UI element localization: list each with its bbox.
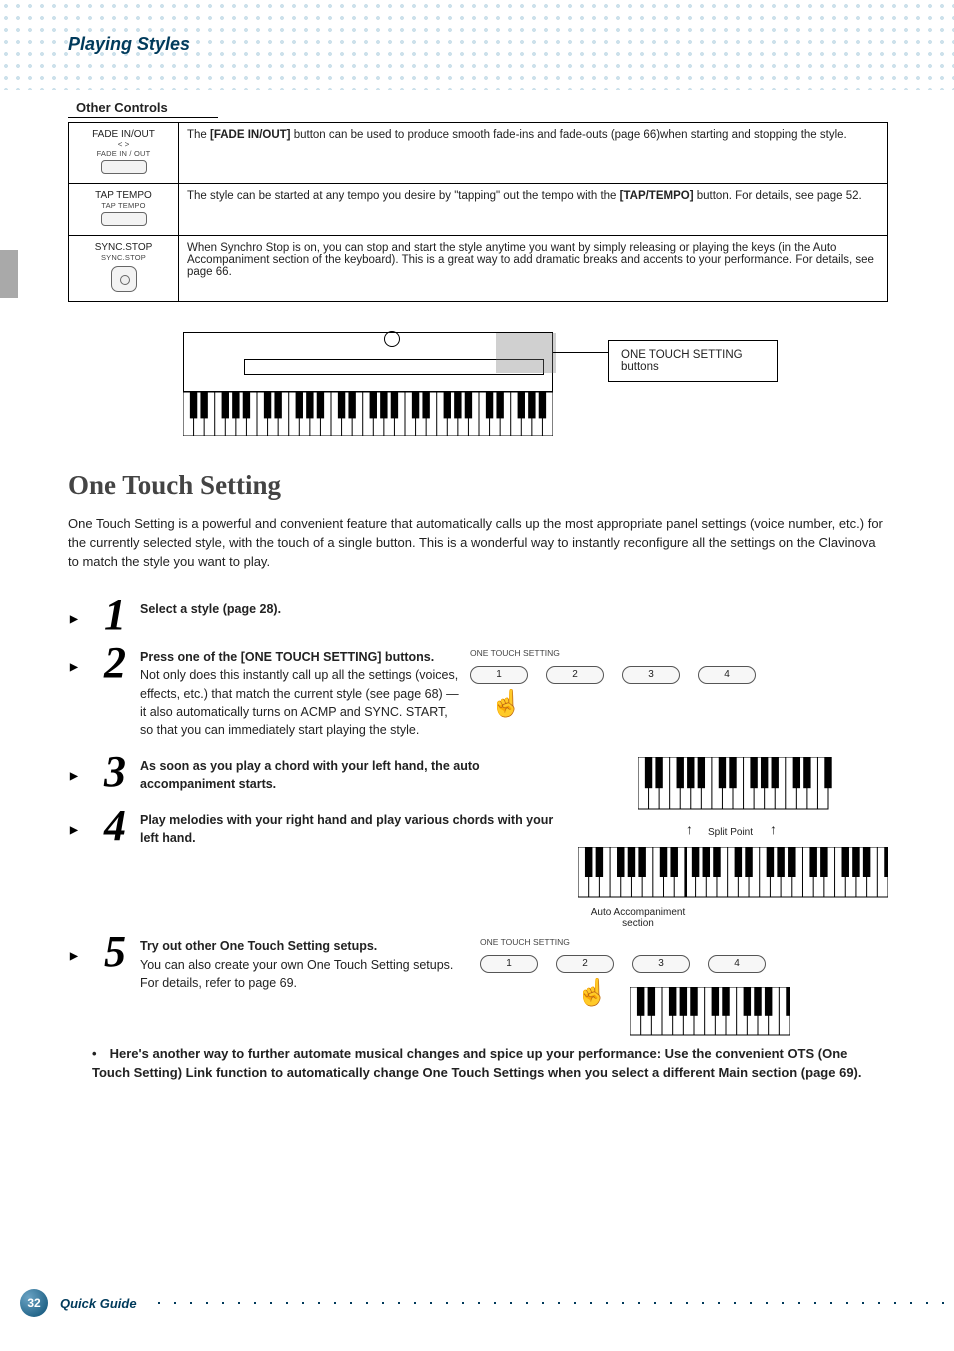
ots-button-3: 3: [622, 666, 680, 684]
step-title: Play melodies with your right hand and p…: [140, 813, 553, 845]
table-row: TAP TEMPO TAP TEMPO The style can be sta…: [69, 184, 888, 236]
ots-button-4: 4: [698, 666, 756, 684]
step-number: 5: [68, 937, 130, 968]
other-controls-heading: Other Controls: [68, 100, 218, 118]
ots-highlight: [496, 333, 556, 373]
acc-section-label: Auto Accompaniment section: [578, 907, 698, 929]
ots-button-2: 2: [546, 666, 604, 684]
table-row: FADE IN/OUT < > FADE IN / OUT The [FADE …: [69, 123, 888, 184]
step-number: 1: [68, 600, 130, 631]
txt: The: [187, 129, 210, 141]
hand-point-icon: ☝: [576, 977, 608, 1008]
sync-name: SYNC.STOP: [73, 242, 174, 253]
step-number: 4: [68, 811, 130, 842]
taptempo-cell: TAP TEMPO TAP TEMPO: [69, 184, 179, 236]
sync-button-icon: [111, 266, 137, 292]
hands-keyboard-icon: [630, 987, 790, 1057]
other-controls-table: FADE IN/OUT < > FADE IN / OUT The [FADE …: [68, 122, 888, 302]
fade-button-icon: [101, 160, 147, 174]
page-content: Other Controls FADE IN/OUT < > FADE IN /…: [68, 100, 888, 1083]
panel-outline: [183, 332, 553, 392]
ots-panel-label: ONE TOUCH SETTING: [470, 648, 560, 658]
fade-inout-cell: FADE IN/OUT < > FADE IN / OUT: [69, 123, 179, 184]
syncstop-cell: SYNC.STOP SYNC.STOP: [69, 236, 179, 302]
lower-keyboard-icon: [578, 847, 888, 907]
step-4: 4 Play melodies with your right hand and…: [68, 811, 888, 847]
txt: button. For details, see page 52.: [694, 190, 862, 202]
step-title: As soon as you play a chord with your le…: [140, 759, 480, 791]
tap-sub: TAP TEMPO: [73, 201, 174, 210]
txt: When Synchro Stop is on, you can stop an…: [187, 242, 874, 278]
fade-name: FADE IN/OUT: [73, 129, 174, 140]
step-text: You can also create your own One Touch S…: [140, 958, 453, 972]
txt-bold: [FADE IN/OUT]: [210, 129, 291, 141]
tap-name: TAP TEMPO: [73, 190, 174, 201]
table-row: SYNC.STOP SYNC.STOP When Synchro Stop is…: [69, 236, 888, 302]
ots-button-1: 1: [470, 666, 528, 684]
page-footer: 32 Quick Guide: [0, 1289, 954, 1317]
upper-keyboard-icon: [638, 757, 948, 817]
step-5: 5 Try out other One Touch Setting setups…: [68, 937, 888, 1017]
fade-sub: FADE IN / OUT: [73, 149, 174, 158]
hand-point-icon: ☝: [490, 688, 522, 719]
ots-button-2: 2: [556, 955, 614, 973]
step-title: Select a style (page 28).: [140, 602, 281, 616]
txt: button can be used to produce smooth fad…: [291, 129, 847, 141]
footer-dots-icon: [151, 1302, 954, 1304]
ots-button-3: 3: [632, 955, 690, 973]
step-number: 2: [68, 648, 130, 679]
tap-desc: The style can be started at any tempo yo…: [179, 184, 888, 236]
step-title: Press one of the [ONE TOUCH SETTING] but…: [140, 650, 434, 664]
ots-location-figure: ONE TOUCH SETTING buttons: [183, 332, 773, 442]
ots-panel-figure: ONE TOUCH SETTING 1 2 3 4 ☝: [470, 648, 780, 728]
step-3: 3 As soon as you play a chord with your …: [68, 757, 888, 793]
step-2: 2 Press one of the [ONE TOUCH SETTING] b…: [68, 648, 888, 739]
txt: The style can be started at any tempo yo…: [187, 190, 620, 202]
ots-panel-figure-2: ONE TOUCH SETTING 1 2 3 4 ☝: [480, 937, 790, 1017]
ots-panel-label: ONE TOUCH SETTING: [480, 937, 570, 947]
page-number-badge: 32: [20, 1289, 48, 1317]
tap-button-icon: [101, 212, 147, 226]
txt-bold: [TAP/TEMPO]: [620, 190, 694, 202]
step-number: 3: [68, 757, 130, 788]
section-tab: [0, 250, 18, 298]
sync-sub: SYNC.STOP: [73, 253, 174, 262]
step-text: For details, refer to page 69.: [140, 976, 297, 990]
step-text: Not only does this instantly call up all…: [140, 668, 459, 736]
page-header: Playing Styles: [68, 34, 190, 55]
fade-desc: The [FADE IN/OUT] button can be used to …: [179, 123, 888, 184]
ots-button-1: 1: [480, 955, 538, 973]
callout-line: [553, 352, 608, 353]
section-title: One Touch Setting: [68, 470, 888, 501]
section-intro: One Touch Setting is a powerful and conv…: [68, 515, 888, 572]
display-knob-icon: [384, 331, 400, 347]
sync-desc: When Synchro Stop is on, you can stop an…: [179, 236, 888, 302]
ots-callout: ONE TOUCH SETTING buttons: [608, 340, 778, 382]
step-1: 1 Select a style (page 28).: [68, 600, 888, 631]
ots-button-4: 4: [708, 955, 766, 973]
footer-label: Quick Guide: [60, 1296, 137, 1311]
bullet-icon: •: [92, 1045, 106, 1064]
fade-arrows-icon: < >: [73, 140, 174, 149]
step-title: Try out other One Touch Setting setups.: [140, 939, 377, 953]
keyboard-icon: [183, 392, 553, 436]
